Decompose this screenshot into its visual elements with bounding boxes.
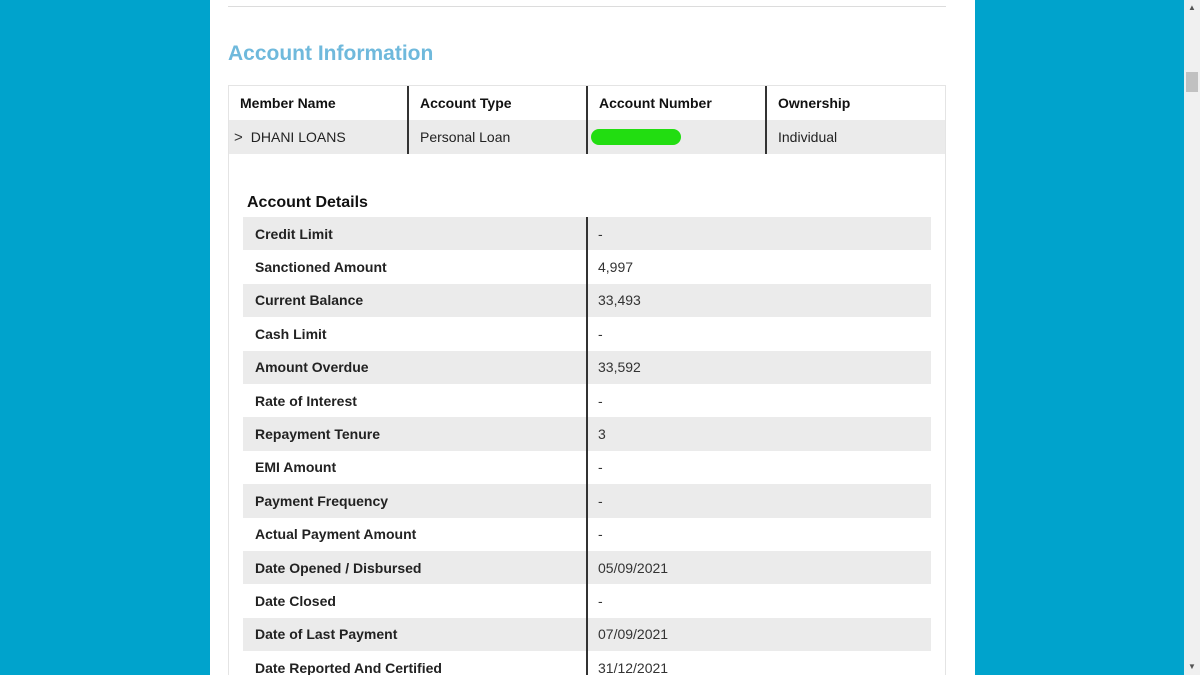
detail-value: - — [598, 392, 603, 409]
detail-value: 33,493 — [598, 292, 641, 309]
member-name-cell[interactable]: > DHANI LOANS — [229, 120, 409, 154]
detail-label: EMI Amount — [243, 450, 588, 485]
detail-label: Cash Limit — [243, 317, 588, 351]
divider — [228, 6, 946, 7]
detail-value: 05/09/2021 — [598, 559, 669, 576]
ownership-value: Individual — [778, 129, 838, 145]
detail-label: Actual Payment Amount — [243, 517, 588, 551]
header-account-number: Account Number — [588, 86, 767, 120]
detail-label: Date Opened / Disbursed — [243, 550, 588, 585]
detail-value: 07/09/2021 — [598, 626, 669, 643]
account-information-title: Account Information — [228, 42, 434, 65]
header-account-type: Account Type — [409, 86, 588, 120]
detail-row: Repayment Tenure 3 — [243, 417, 931, 451]
detail-label: Sanctioned Amount — [243, 250, 588, 284]
detail-label: Credit Limit — [243, 217, 588, 251]
detail-value: 31/12/2021 — [598, 659, 669, 675]
detail-row: Date Reported And Certified 31/12/2021 — [243, 651, 931, 675]
header-member-name: Member Name — [229, 86, 409, 120]
account-type-value: Personal Loan — [409, 120, 588, 154]
account-information-panel: Member Name Account Type Account Number … — [228, 85, 946, 675]
account-number-cell — [588, 120, 767, 154]
account-row[interactable]: > DHANI LOANS Personal Loan Individual — [229, 120, 945, 154]
detail-label: Date of Last Payment — [243, 617, 588, 652]
detail-value: - — [598, 592, 603, 609]
account-table-header: Member Name Account Type Account Number … — [229, 86, 945, 120]
detail-label: Payment Frequency — [243, 484, 588, 518]
detail-value: - — [598, 492, 603, 509]
detail-row: Actual Payment Amount - — [243, 517, 931, 551]
detail-row: Sanctioned Amount 4,997 — [243, 250, 931, 284]
detail-row: Cash Limit - — [243, 317, 931, 351]
header-ownership: Ownership — [778, 95, 851, 111]
detail-value: 3 — [598, 426, 606, 443]
detail-row: Date Opened / Disbursed 05/09/2021 — [243, 550, 931, 585]
detail-row: Current Balance 33,493 — [243, 283, 931, 318]
scroll-thumb[interactable] — [1186, 72, 1198, 92]
detail-label: Rate of Interest — [243, 383, 588, 418]
detail-value: - — [598, 459, 603, 476]
report-page: Account Information Member Name Account … — [210, 0, 975, 675]
detail-row: Date Closed - — [243, 584, 931, 618]
detail-label: Date Reported And Certified — [243, 651, 588, 675]
detail-row: Amount Overdue 33,592 — [243, 350, 931, 384]
detail-value: - — [598, 325, 603, 342]
detail-label: Amount Overdue — [243, 350, 588, 384]
detail-row: Date of Last Payment 07/09/2021 — [243, 617, 931, 652]
detail-value: 33,592 — [598, 359, 641, 376]
detail-label: Date Closed — [243, 584, 588, 618]
detail-value: - — [598, 526, 603, 543]
scroll-up-arrow-icon[interactable]: ▲ — [1184, 0, 1200, 16]
vertical-scrollbar[interactable]: ▲ ▼ — [1184, 0, 1200, 675]
detail-row: Payment Frequency - — [243, 484, 931, 518]
detail-row: Rate of Interest - — [243, 383, 931, 418]
detail-label: Current Balance — [243, 283, 588, 318]
detail-label: Repayment Tenure — [243, 417, 588, 451]
account-details-title: Account Details — [247, 194, 368, 211]
detail-value: - — [598, 225, 603, 242]
detail-value: 4,997 — [598, 259, 634, 276]
chevron-right-icon[interactable]: > — [234, 129, 243, 146]
scroll-down-arrow-icon[interactable]: ▼ — [1184, 659, 1200, 675]
redacted-account-number — [591, 129, 681, 145]
detail-row: EMI Amount - — [243, 450, 931, 485]
detail-row: Credit Limit - — [243, 217, 931, 251]
member-name-value: DHANI LOANS — [250, 129, 346, 145]
account-details-table: Credit Limit - Sanctioned Amount 4,997 Curre… — [243, 217, 931, 675]
